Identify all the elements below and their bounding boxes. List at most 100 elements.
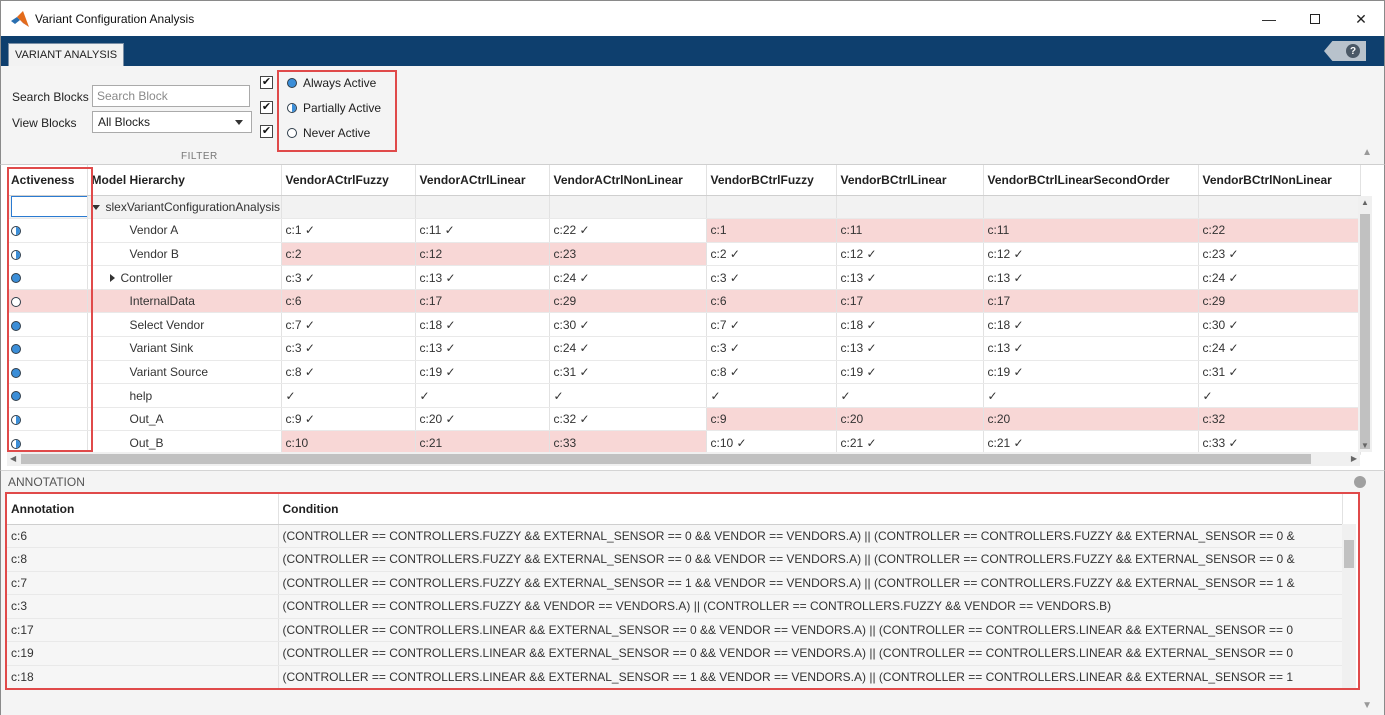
config-cell[interactable]: c:3 ✓ <box>706 336 837 361</box>
collapse-section-icon[interactable] <box>1354 476 1366 488</box>
condition-cell[interactable]: (CONTROLLER == CONTROLLERS.LINEAR && EXT… <box>278 641 1343 666</box>
config-cell[interactable]: c:3 ✓ <box>281 336 416 361</box>
maximize-icon[interactable] <box>1292 1 1338 37</box>
column-header[interactable]: VendorBCtrlLinearSecondOrder <box>983 165 1199 196</box>
config-cell[interactable]: ✓ <box>281 383 416 408</box>
config-cell[interactable]: c:30 ✓ <box>1198 312 1361 338</box>
scroll-down-icon[interactable]: ▼ <box>1361 441 1369 450</box>
config-cell[interactable]: c:32 <box>1198 407 1361 432</box>
annotation-vertical-scrollbar[interactable] <box>1342 524 1356 688</box>
config-cell[interactable]: c:29 <box>1198 289 1361 314</box>
condition-cell[interactable]: (CONTROLLER == CONTROLLERS.LINEAR && EXT… <box>278 618 1343 642</box>
activeness-cell[interactable] <box>7 336 88 361</box>
table-horizontal-scrollbar[interactable]: ◀ ▶ <box>7 452 1360 466</box>
scroll-left-icon[interactable]: ◀ <box>10 454 16 463</box>
annotation-row[interactable]: c:8 (CONTROLLER == CONTROLLERS.FUZZY && E… <box>7 547 1343 572</box>
table-row[interactable]: Variant Source c:8 ✓ c:19 ✓ c:31 ✓ c:8 ✓ c:19… <box>7 360 1361 385</box>
config-cell[interactable]: c:1 <box>706 218 837 243</box>
always-active-checkbox[interactable]: ✔ <box>260 76 273 89</box>
config-cell[interactable]: c:8 ✓ <box>706 360 837 385</box>
column-header[interactable]: VendorBCtrlLinear <box>836 165 984 196</box>
config-cell[interactable]: c:24 ✓ <box>549 336 707 361</box>
config-cell[interactable]: c:24 ✓ <box>1198 336 1361 361</box>
model-name-cell[interactable]: Select Vendor <box>87 312 282 338</box>
column-header[interactable]: Model Hierarchy <box>87 165 282 196</box>
view-blocks-dropdown[interactable]: All Blocks <box>92 111 252 133</box>
annotation-row[interactable]: c:3 (CONTROLLER == CONTROLLERS.FUZZY && V… <box>7 594 1343 619</box>
config-cell[interactable]: ✓ <box>549 383 707 408</box>
table-row-root[interactable]: slexVariantConfigurationAnalysis <box>7 195 1361 220</box>
scrollbar-thumb[interactable] <box>21 454 1311 464</box>
config-cell[interactable]: c:30 ✓ <box>549 312 707 338</box>
config-cell[interactable]: c:13 ✓ <box>836 265 984 290</box>
table-row[interactable]: Controller c:3 ✓ c:13 ✓ c:24 ✓ c:3 ✓ c:13 ✓ c:… <box>7 265 1361 290</box>
config-cell[interactable]: c:12 ✓ <box>836 242 984 267</box>
condition-cell[interactable]: (CONTROLLER == CONTROLLERS.FUZZY && EXTE… <box>278 524 1343 548</box>
config-cell[interactable]: c:31 ✓ <box>1198 360 1361 385</box>
annotation-id-cell[interactable]: c:18 <box>7 665 279 688</box>
table-row[interactable]: Vendor Bc:2 c:12 c:23 c:2 ✓ c:12 ✓ c:12 ✓ c:23… <box>7 242 1361 267</box>
scroll-up-icon[interactable]: ▲ <box>1361 198 1369 207</box>
annotation-id-cell[interactable]: c:8 <box>7 547 279 572</box>
config-cell[interactable]: c:8 ✓ <box>281 360 416 385</box>
annotation-row[interactable]: c:18 (CONTROLLER == CONTROLLERS.LINEAR &&… <box>7 665 1343 688</box>
table-row[interactable]: Variant Sink c:3 ✓ c:13 ✓ c:24 ✓ c:3 ✓ c:13 ✓… <box>7 336 1361 361</box>
config-cell[interactable]: c:7 ✓ <box>706 312 837 338</box>
config-cell[interactable]: c:10 <box>281 430 416 456</box>
activeness-cell[interactable] <box>7 218 88 243</box>
help-button[interactable]: ? <box>1324 41 1366 61</box>
column-header[interactable]: VendorBCtrlNonLinear <box>1198 165 1361 196</box>
config-cell[interactable]: c:18 ✓ <box>415 312 550 338</box>
model-name-cell[interactable]: Out_A <box>87 407 282 432</box>
config-cell[interactable]: c:19 ✓ <box>415 360 550 385</box>
config-cell[interactable]: c:24 ✓ <box>1198 265 1361 290</box>
config-cell[interactable]: c:11 ✓ <box>415 218 550 243</box>
config-cell[interactable]: c:21 <box>415 430 550 456</box>
config-cell[interactable]: c:11 <box>836 218 984 243</box>
scrollbar-thumb[interactable] <box>1344 540 1354 568</box>
condition-cell[interactable]: (CONTROLLER == CONTROLLERS.FUZZY && EXTE… <box>278 547 1343 572</box>
annotation-row[interactable]: c:19 (CONTROLLER == CONTROLLERS.LINEAR &&… <box>7 641 1343 666</box>
model-name-cell[interactable]: Out_B <box>87 430 282 456</box>
column-header[interactable]: VendorBCtrlFuzzy <box>706 165 837 196</box>
model-name-cell[interactable]: Variant Source <box>87 360 282 385</box>
condition-cell[interactable]: (CONTROLLER == CONTROLLERS.FUZZY && VEND… <box>278 594 1343 619</box>
config-cell[interactable]: c:18 ✓ <box>836 312 984 338</box>
config-cell[interactable]: c:2 ✓ <box>706 242 837 267</box>
model-name-cell[interactable]: help <box>87 383 282 408</box>
config-cell[interactable]: c:19 ✓ <box>983 360 1199 385</box>
config-cell[interactable]: c:2 <box>281 242 416 267</box>
config-cell[interactable]: c:20 <box>836 407 984 432</box>
tab-variant-analysis[interactable]: VARIANT ANALYSIS <box>8 43 125 66</box>
config-cell[interactable]: c:13 ✓ <box>983 336 1199 361</box>
config-cell[interactable]: c:10 ✓ <box>706 430 837 456</box>
collapse-panel-icon[interactable]: ▲ <box>1362 147 1372 158</box>
close-icon[interactable]: ✕ <box>1338 1 1384 37</box>
never-active-checkbox[interactable]: ✔ <box>260 125 273 138</box>
expand-icon[interactable] <box>109 274 115 283</box>
column-header[interactable]: Annotation <box>7 494 279 525</box>
config-cell[interactable]: ✓ <box>983 383 1199 408</box>
table-row[interactable]: Vendor Ac:1 ✓ c:11 ✓ c:22 ✓ c:1 c:11 c:11 c:22 <box>7 218 1361 243</box>
expand-panel-icon[interactable]: ▼ <box>1362 700 1372 711</box>
model-name-cell[interactable]: InternalData <box>87 289 282 314</box>
config-cell[interactable]: c:13 ✓ <box>415 265 550 290</box>
table-vertical-scrollbar[interactable]: ▲ ▼ <box>1358 196 1372 452</box>
annotation-row[interactable]: c:6 (CONTROLLER == CONTROLLERS.FUZZY && E… <box>7 524 1343 548</box>
activeness-cell[interactable] <box>7 195 88 220</box>
config-cell[interactable]: c:12 ✓ <box>983 242 1199 267</box>
config-cell[interactable]: c:21 ✓ <box>836 430 984 456</box>
config-cell[interactable]: ✓ <box>836 383 984 408</box>
condition-cell[interactable]: (CONTROLLER == CONTROLLERS.FUZZY && EXTE… <box>278 571 1343 595</box>
activeness-cell[interactable] <box>7 242 88 267</box>
activeness-cell[interactable] <box>7 289 88 314</box>
annotation-id-cell[interactable]: c:7 <box>7 571 279 595</box>
config-cell[interactable]: c:9 <box>706 407 837 432</box>
config-cell[interactable]: c:12 <box>415 242 550 267</box>
config-cell[interactable]: c:6 <box>706 289 837 314</box>
config-cell[interactable]: ✓ <box>415 383 550 408</box>
config-cell[interactable]: c:22 ✓ <box>549 218 707 243</box>
config-cell[interactable]: c:23 <box>549 242 707 267</box>
annotation-id-cell[interactable]: c:3 <box>7 594 279 619</box>
table-row[interactable]: Out_A c:9 ✓ c:20 ✓ c:32 ✓ c:9 c:20 c:20 c:32 <box>7 407 1361 432</box>
